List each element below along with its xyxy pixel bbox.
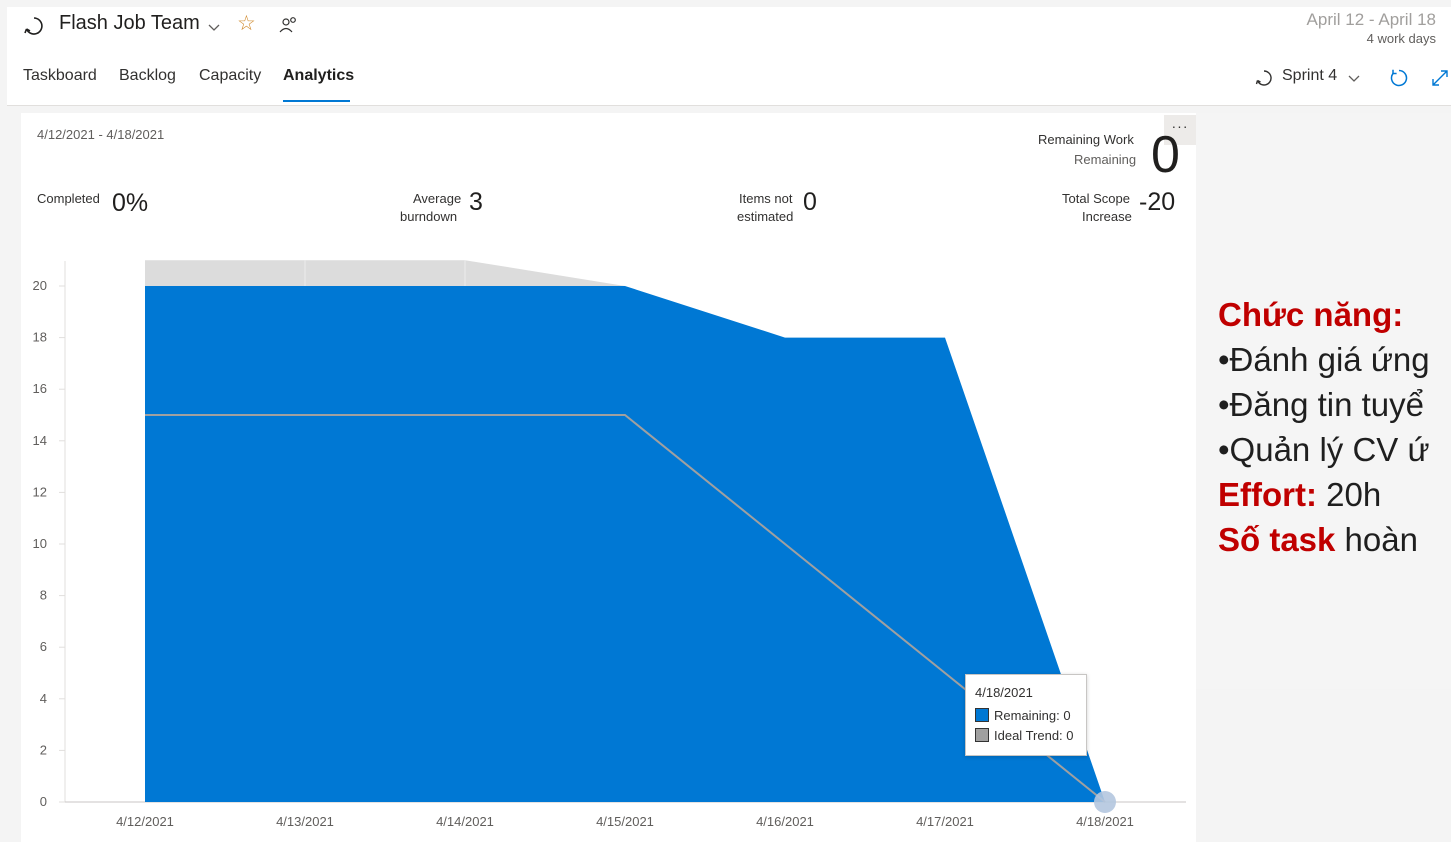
remaining-swatch (975, 708, 989, 722)
tab-taskboard[interactable]: Taskboard (23, 67, 97, 85)
active-tab-indicator (283, 100, 350, 102)
y-tick-label: 2 (40, 742, 47, 757)
x-tick-label: 4/12/2021 (116, 814, 174, 829)
y-tick-label: 18 (33, 330, 47, 345)
y-tick-label: 6 (40, 639, 47, 654)
notes-task-value: hoàn (1335, 521, 1418, 558)
y-tick-label: 4 (40, 691, 47, 706)
tooltip-date: 4/18/2021 (975, 685, 1033, 700)
y-tick-label: 0 (40, 794, 47, 809)
x-tick-label: 4/18/2021 (1076, 814, 1134, 829)
y-tick-label: 14 (33, 433, 47, 448)
sprint-cycle-icon (24, 17, 43, 35)
sprint-selector[interactable]: Sprint 4 (1282, 67, 1337, 85)
team-name[interactable]: Flash Job Team (59, 12, 200, 35)
chevron-down-icon[interactable] (1347, 71, 1361, 85)
y-tick-label: 16 (33, 381, 47, 396)
sprint-dates: April 12 - April 18 4 work days (1307, 10, 1436, 48)
x-tick-label: 4/16/2021 (756, 814, 814, 829)
y-tick-label: 10 (33, 536, 47, 551)
notes-item-1: •Đánh giá ứng (1218, 341, 1430, 378)
x-tick-label: 4/13/2021 (276, 814, 334, 829)
tooltip-remaining: Remaining: 0 (994, 708, 1071, 723)
notes-task-count: Số task hoàn (1218, 520, 1418, 560)
tooltip-remaining-row: Remaining: 0 (975, 708, 1071, 724)
x-tick-label: 4/15/2021 (596, 814, 654, 829)
tooltip-ideal: Ideal Trend: 0 (994, 728, 1074, 743)
sprint-work-days: 4 work days (1366, 31, 1436, 46)
notes-heading: Chức năng: (1218, 296, 1404, 333)
hover-point (1094, 791, 1116, 813)
notes-effort: Effort: 20h (1218, 475, 1381, 515)
x-tick-label: 4/17/2021 (916, 814, 974, 829)
tooltip-ideal-row: Ideal Trend: 0 (975, 728, 1074, 744)
favorite-star-icon[interactable]: ☆ (237, 12, 256, 36)
y-tick-label: 8 (40, 588, 47, 603)
notes-effort-value: 20h (1316, 476, 1382, 513)
notes-item-2: •Đăng tin tuyể (1218, 386, 1425, 423)
burndown-card: 4/12/2021 - 4/18/2021 ··· Remaining Work… (21, 113, 1196, 842)
expand-icon[interactable] (1431, 69, 1449, 87)
notes-task-label: Số task (1218, 521, 1336, 558)
y-tick-label: 20 (33, 278, 47, 293)
team-members-icon[interactable] (279, 16, 299, 34)
tab-backlog[interactable]: Backlog (119, 67, 176, 85)
ideal-swatch (975, 728, 989, 742)
refresh-icon[interactable] (1389, 68, 1409, 88)
tab-capacity[interactable]: Capacity (199, 67, 261, 85)
notes-panel: Chức năng: •Đánh giá ứng •Đăng tin tuyể … (1196, 113, 1451, 689)
notes-effort-label: Effort: (1218, 476, 1317, 513)
chevron-down-icon[interactable] (207, 20, 221, 34)
chart-tooltip: 4/18/2021 Remaining: 0 Ideal Trend: 0 (965, 674, 1087, 756)
y-tick-label: 12 (33, 484, 47, 499)
remaining-area (145, 286, 1105, 802)
x-tick-label: 4/14/2021 (436, 814, 494, 829)
top-bar: Flash Job Team ☆ April 12 - April 18 4 w… (7, 7, 1451, 106)
tab-analytics[interactable]: Analytics (283, 67, 354, 85)
sprint-date-range: April 12 - April 18 (1306, 10, 1436, 29)
notes-item-3: •Quản lý CV ứ (1218, 431, 1430, 468)
sprint-cycle-icon (1255, 70, 1272, 86)
